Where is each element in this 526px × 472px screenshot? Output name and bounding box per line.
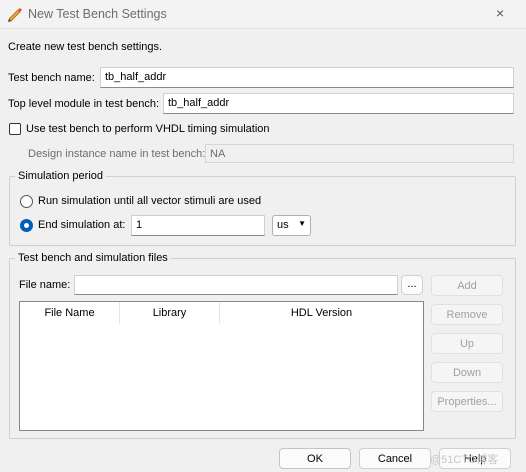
pencil-icon <box>6 6 24 22</box>
end-at-radio[interactable] <box>20 219 33 232</box>
run-all-radio[interactable] <box>20 195 33 208</box>
end-at-label: End simulation at: <box>38 219 126 231</box>
column-header-hdl-version[interactable]: HDL Version <box>220 302 423 324</box>
remove-button[interactable]: Remove <box>431 304 503 325</box>
browse-button[interactable]: ... <box>401 275 423 295</box>
column-header-library[interactable]: Library <box>120 302 220 324</box>
end-time-field[interactable]: 1 <box>131 215 265 236</box>
files-table[interactable]: File Name Library HDL Version <box>19 301 424 431</box>
ok-button[interactable]: OK <box>279 448 351 469</box>
column-header-file-name[interactable]: File Name <box>20 302 120 324</box>
up-button[interactable]: Up <box>431 333 503 354</box>
time-unit-select[interactable]: us ▼ <box>272 215 311 236</box>
window-title: New Test Bench Settings <box>28 7 167 21</box>
top-level-module-label: Top level module in test bench: <box>8 98 160 110</box>
top-level-module-field[interactable]: tb_half_addr <box>163 93 514 114</box>
down-button[interactable]: Down <box>431 362 503 383</box>
cancel-button[interactable]: Cancel <box>359 448 431 469</box>
add-button[interactable]: Add <box>431 275 503 296</box>
time-unit-value: us <box>277 219 289 231</box>
design-instance-label: Design instance name in test bench: <box>28 148 206 160</box>
test-bench-name-field[interactable]: tb_half_addr <box>100 67 514 88</box>
chevron-down-icon: ▼ <box>298 219 306 228</box>
files-group-title: Test bench and simulation files <box>15 252 171 264</box>
vhdl-timing-checkbox[interactable] <box>9 123 21 135</box>
close-icon[interactable]: × <box>496 5 504 21</box>
simulation-period-title: Simulation period <box>15 170 106 182</box>
intro-text: Create new test bench settings. <box>8 41 163 53</box>
watermark: @51CTO博客 <box>430 454 499 466</box>
file-name-label: File name: <box>19 279 71 291</box>
test-bench-name-label: Test bench name: <box>8 72 95 84</box>
vhdl-timing-label: Use test bench to perform VHDL timing si… <box>26 123 270 135</box>
design-instance-field: NA <box>205 144 514 163</box>
run-all-label: Run simulation until all vector stimuli … <box>38 195 262 207</box>
file-name-input[interactable] <box>74 275 398 295</box>
properties-button[interactable]: Properties... <box>431 391 503 412</box>
